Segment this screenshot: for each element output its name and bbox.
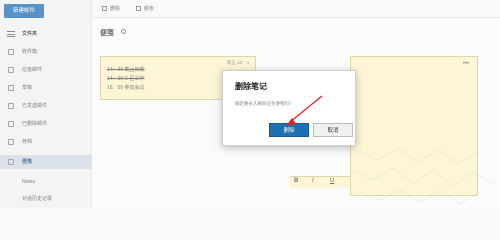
dialog-title: 删除笔记 xyxy=(235,82,267,91)
mail-app: 新建邮件 文件夹 收件箱 垃圾邮件 草稿 已发送邮件 已删除邮件 存档 便笺 N… xyxy=(0,0,500,208)
dialog-message: 确定要永久删除这条便笺吗？ xyxy=(235,101,294,106)
confirm-delete-button[interactable]: 删除 xyxy=(269,123,309,137)
cancel-button[interactable]: 取消 xyxy=(313,123,353,137)
delete-note-dialog: 删除笔记 确定要永久删除这条便笺吗？ 删除 取消 xyxy=(222,70,356,146)
watermark-pattern-icon xyxy=(352,147,494,205)
